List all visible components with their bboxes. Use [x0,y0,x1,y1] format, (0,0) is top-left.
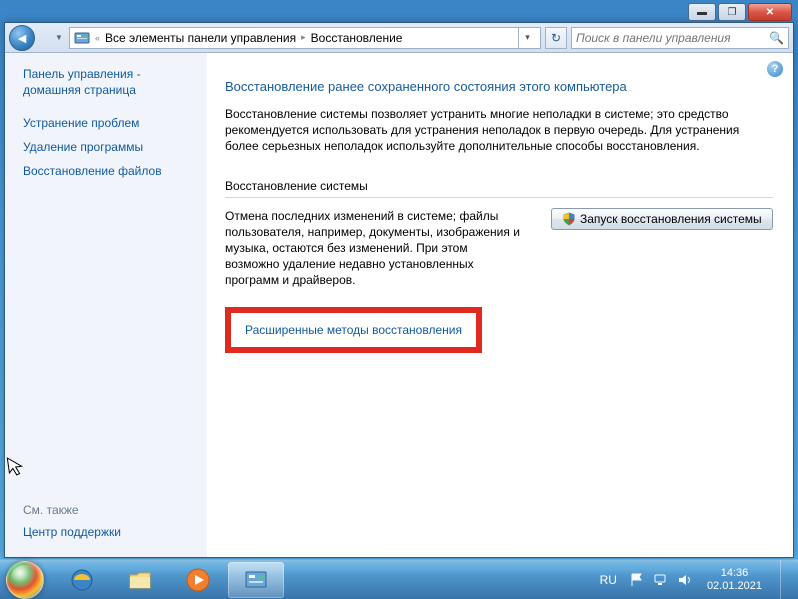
show-desktop-button[interactable] [780,560,790,599]
breadcrumb-chevron-icon: ▸ [298,32,309,43]
advanced-recovery-link[interactable]: Расширенные методы восстановления [245,323,462,337]
help-icon[interactable]: ? [767,61,783,77]
sidebar: Панель управления - домашняя страница Ус… [5,53,207,557]
taskbar-clock[interactable]: 14:36 02.01.2021 [701,567,768,592]
taskbar: RU 14:36 02.01.2021 [0,559,798,599]
taskbar-item-wmp[interactable] [170,562,226,598]
refresh-button[interactable]: ↻ [545,27,567,49]
clock-time: 14:36 [707,567,762,580]
control-panel-icon [74,30,90,46]
breadcrumb-item[interactable]: Все элементы панели управления [105,31,296,45]
restore-button-label: Запуск восстановления системы [580,212,762,226]
page-description: Восстановление системы позволяет устрани… [225,106,773,155]
uac-shield-icon [562,212,576,226]
close-button[interactable]: ✕ [748,3,792,21]
restore-description: Отмена последних изменений в системе; фа… [225,208,525,289]
breadcrumb-item[interactable]: Восстановление [311,31,403,45]
clock-date: 02.01.2021 [707,580,762,593]
breadcrumb-sep-icon: « [92,33,103,43]
breadcrumb[interactable]: « Все элементы панели управления ▸ Восст… [69,27,541,49]
folder-icon [127,567,153,593]
sidebar-home-link[interactable]: Панель управления - домашняя страница [23,67,196,98]
language-indicator[interactable]: RU [596,573,621,587]
search-box[interactable]: 🔍 [571,27,789,49]
start-button[interactable] [6,561,44,599]
control-panel-taskbar-icon [243,567,269,593]
tray-flag-icon[interactable] [629,572,645,588]
start-system-restore-button[interactable]: Запуск восстановления системы [551,208,773,230]
tray-volume-icon[interactable] [677,572,693,588]
section-title: Восстановление системы [225,179,773,193]
highlight-box: Расширенные методы восстановления [225,307,482,353]
ie-icon [69,567,95,593]
sidebar-item-restore-files[interactable]: Восстановление файлов [23,164,196,178]
taskbar-item-control-panel[interactable] [228,562,284,598]
wmp-icon [185,567,211,593]
taskbar-item-ie[interactable] [54,562,110,598]
page-title: Восстановление ранее сохраненного состоя… [225,79,773,94]
system-tray: RU 14:36 02.01.2021 [596,560,792,599]
sidebar-item-action-center[interactable]: Центр поддержки [23,525,196,539]
control-panel-window: ◄ ► ▼ « Все элементы панели управления ▸… [4,22,794,558]
maximize-button[interactable]: ❐ [718,3,746,21]
section-divider [225,197,773,198]
nav-history-dropdown[interactable]: ▼ [53,25,65,51]
minimize-button[interactable]: ▬ [688,3,716,21]
taskbar-item-explorer[interactable] [112,562,168,598]
search-icon[interactable]: 🔍 [769,31,784,45]
address-bar-row: ◄ ► ▼ « Все элементы панели управления ▸… [5,23,793,53]
sidebar-item-uninstall[interactable]: Удаление программы [23,140,196,154]
main-content: ? Восстановление ранее сохраненного сост… [207,53,793,557]
breadcrumb-dropdown[interactable]: ▾ [518,27,536,49]
sidebar-item-troubleshoot[interactable]: Устранение проблем [23,116,196,130]
tray-network-icon[interactable] [653,572,669,588]
search-input[interactable] [576,31,769,45]
see-also-header: См. также [23,503,196,517]
nav-back-button[interactable]: ◄ [9,25,35,51]
